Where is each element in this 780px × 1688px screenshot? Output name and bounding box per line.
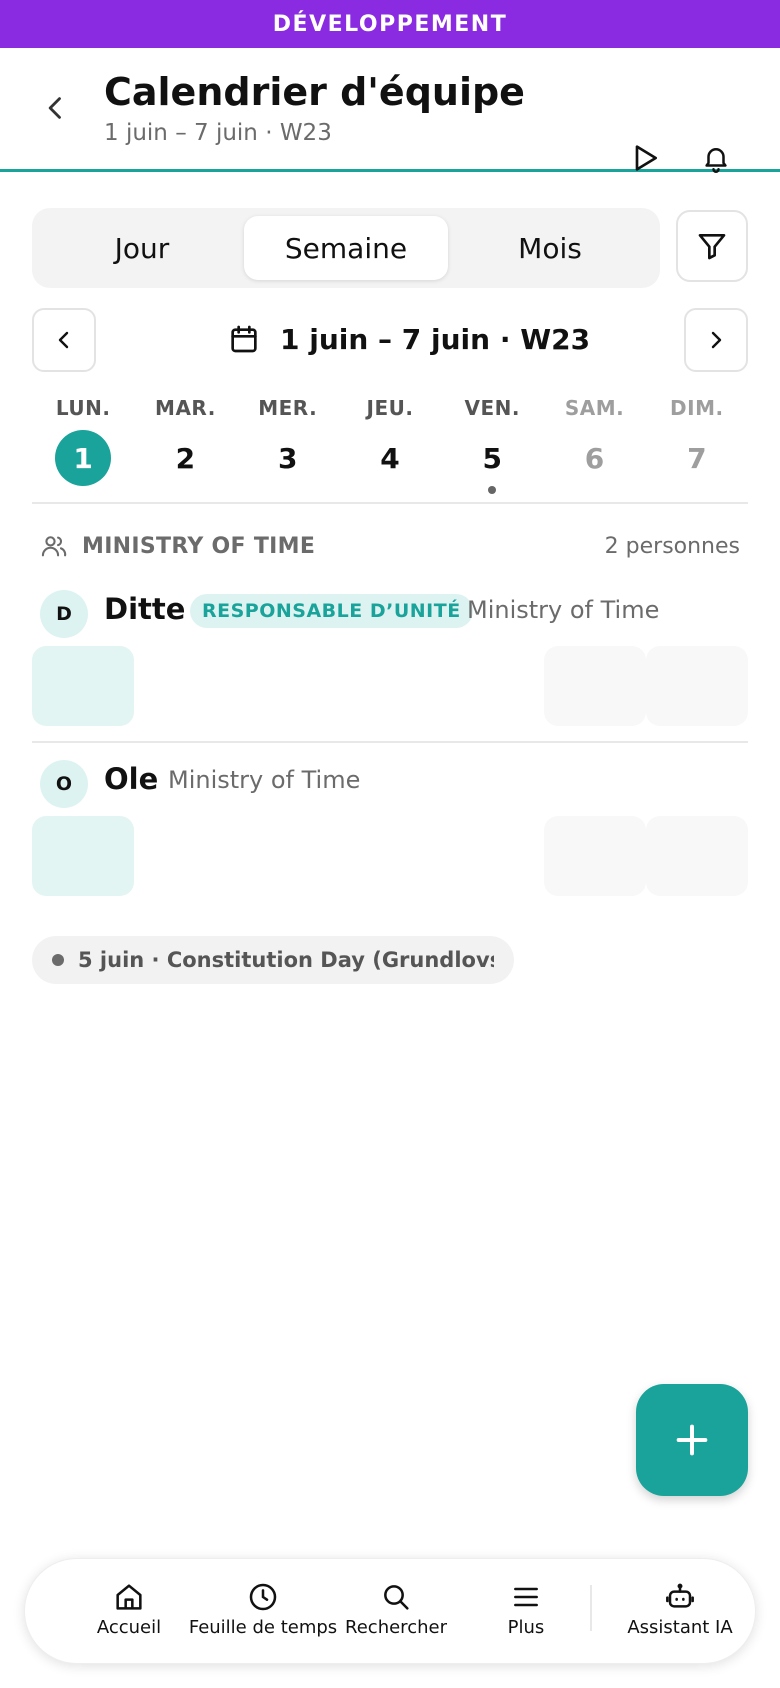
avatar: O	[40, 760, 88, 808]
chevron-left-icon	[58, 331, 69, 349]
view-switcher: Jour Semaine Mois	[32, 208, 660, 288]
week-days-strip: LUN. 1 MAR. 2 MER. 3 JEU. 4 VEN. 5 SAM. …	[32, 392, 748, 504]
person-row[interactable]: D Ditte RESPONSABLE D’UNITÉ Ministry of …	[32, 586, 748, 743]
nav-assistant-label: Assistant IA	[627, 1617, 733, 1638]
day-cell-monday[interactable]	[32, 646, 134, 726]
day-sunday[interactable]: DIM. 7	[646, 392, 748, 502]
day-monday[interactable]: LUN. 1	[32, 392, 134, 502]
bottom-navigation: Accueil Feuille de temps Rechercher Plus…	[24, 1558, 756, 1664]
group-header: MINISTRY OF TIME 2 personnes	[40, 530, 740, 562]
nav-more[interactable]: Plus	[471, 1581, 581, 1638]
event-indicator-dot	[488, 486, 497, 494]
menu-icon	[514, 1587, 538, 1607]
clock-icon	[249, 1583, 277, 1611]
bell-icon	[705, 148, 727, 173]
day-cell-saturday[interactable]	[544, 646, 646, 726]
page-header: Calendrier d'équipe 1 juin – 7 juin · W2…	[0, 48, 780, 173]
nav-separator	[590, 1585, 592, 1631]
chevron-left-icon	[48, 97, 61, 119]
day-name: MER.	[258, 396, 318, 420]
day-name: SAM.	[564, 396, 625, 420]
robot-icon	[666, 1583, 694, 1608]
play-button[interactable]	[623, 136, 667, 180]
nav-search[interactable]: Rechercher	[321, 1581, 471, 1638]
day-tuesday[interactable]: MAR. 2	[134, 392, 236, 502]
day-cell-saturday[interactable]	[544, 816, 646, 896]
holiday-label: 5 juin · Constitution Day (Grundlovs...	[78, 948, 494, 972]
date-range-label: 1 juin – 7 juin · W23	[280, 322, 591, 356]
day-number: 3	[277, 441, 298, 475]
add-button[interactable]	[636, 1384, 748, 1496]
home-icon	[116, 1584, 142, 1610]
search-icon	[384, 1585, 409, 1610]
nav-assistant[interactable]: Assistant IA	[615, 1581, 745, 1638]
previous-week-button[interactable]	[32, 308, 96, 372]
plus-icon	[676, 1424, 708, 1456]
day-number: 4	[380, 441, 400, 475]
day-thursday[interactable]: JEU. 4	[339, 392, 441, 502]
person-name: Ditte	[104, 592, 186, 626]
back-button[interactable]	[36, 88, 76, 128]
group-name: MINISTRY OF TIME	[82, 533, 316, 559]
person-row[interactable]: O Ole Ministry of Time	[32, 756, 748, 906]
view-day-tab[interactable]: Jour	[40, 216, 244, 280]
holiday-dot	[52, 954, 64, 966]
person-organization: Ministry of Time	[168, 766, 361, 794]
person-organization: Ministry of Time	[467, 596, 660, 624]
filter-button[interactable]	[676, 210, 748, 282]
day-name: LUN.	[55, 396, 111, 420]
day-number: 5	[482, 441, 502, 475]
day-saturday[interactable]: SAM. 6	[543, 392, 645, 502]
day-wednesday[interactable]: MER. 3	[237, 392, 339, 502]
avatar: D	[40, 590, 88, 638]
day-number: 7	[687, 441, 707, 475]
day-cell-sunday[interactable]	[646, 646, 748, 726]
calendar-icon	[231, 325, 257, 353]
day-name: VEN.	[464, 396, 520, 420]
users-icon	[41, 536, 67, 557]
day-friday[interactable]: VEN. 5	[441, 392, 543, 502]
day-name: DIM.	[670, 396, 724, 420]
day-name: MAR.	[155, 396, 216, 420]
notifications-button[interactable]	[694, 136, 738, 180]
environment-banner: DÉVELOPPEMENT	[0, 0, 780, 48]
view-month-tab[interactable]: Mois	[448, 216, 652, 280]
day-cell-monday[interactable]	[32, 816, 134, 896]
group-member-count: 2 personnes	[604, 533, 740, 559]
person-name: Ole	[104, 762, 159, 796]
play-icon	[635, 145, 657, 171]
day-number: 2	[175, 441, 196, 475]
view-week-tab[interactable]: Semaine	[244, 216, 448, 280]
next-week-button[interactable]	[684, 308, 748, 372]
nav-more-label: Plus	[507, 1617, 545, 1638]
page-subtitle: 1 juin – 7 juin · W23	[104, 120, 332, 146]
filter-icon	[698, 234, 726, 260]
page-title: Calendrier d'équipe	[104, 70, 525, 114]
nav-search-label: Rechercher	[345, 1617, 447, 1638]
date-range[interactable]: 1 juin – 7 juin · W23	[228, 314, 590, 364]
day-number: 1	[55, 430, 112, 486]
day-number: 6	[584, 441, 605, 475]
environment-label: DÉVELOPPEMENT	[272, 11, 508, 37]
chevron-right-icon	[711, 331, 722, 349]
day-name: JEU.	[366, 396, 414, 420]
day-cell-sunday[interactable]	[646, 816, 748, 896]
holiday-chip[interactable]: 5 juin · Constitution Day (Grundlovs...	[32, 936, 514, 984]
role-badge: RESPONSABLE D’UNITÉ	[190, 594, 473, 628]
